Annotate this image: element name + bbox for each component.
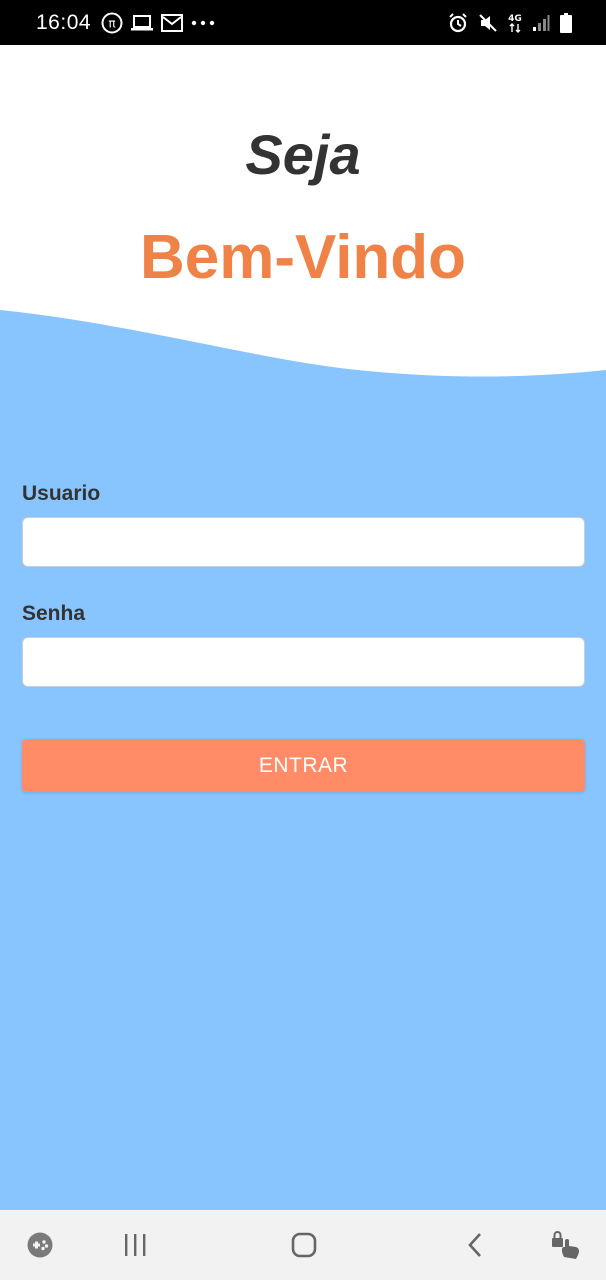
password-label: Senha — [22, 602, 86, 625]
screen-lock-button[interactable] — [545, 1210, 587, 1280]
status-time: 16:04 — [36, 10, 92, 34]
login-button[interactable]: ENTRAR — [22, 739, 585, 792]
laptop-icon — [131, 14, 154, 32]
navigation-bar — [0, 1210, 606, 1280]
mute-icon — [478, 13, 498, 33]
username-label: Usuario — [22, 482, 101, 505]
welcome-title: Bem-Vindo — [139, 223, 467, 292]
network-4g-icon: 4G — [508, 12, 522, 34]
status-bar: 16:04 π 4G — [0, 0, 606, 45]
username-input[interactable] — [22, 517, 585, 567]
home-button[interactable] — [279, 1210, 329, 1280]
login-form: Usuario Senha ENTRAR — [22, 480, 585, 792]
status-right-icons: 4G — [448, 12, 572, 34]
greeting-title: Seja — [245, 123, 361, 186]
password-input[interactable] — [22, 637, 585, 687]
battery-icon — [560, 12, 572, 33]
back-button[interactable] — [450, 1210, 500, 1280]
home-icon — [291, 1232, 317, 1258]
network-label: 4G — [508, 14, 522, 24]
gmail-icon — [161, 13, 184, 32]
more-icon — [191, 20, 215, 26]
status-left-icons: π — [101, 12, 215, 34]
game-launcher-icon — [26, 1231, 54, 1259]
game-launcher-button[interactable] — [20, 1210, 60, 1280]
recents-icon — [122, 1233, 148, 1257]
signal-icon — [532, 14, 550, 32]
svg-text:π: π — [108, 16, 115, 30]
recents-button[interactable] — [110, 1210, 160, 1280]
alarm-icon — [448, 12, 468, 33]
pi-icon: π — [101, 12, 123, 34]
screen-lock-icon — [550, 1229, 582, 1261]
back-icon — [466, 1232, 484, 1258]
